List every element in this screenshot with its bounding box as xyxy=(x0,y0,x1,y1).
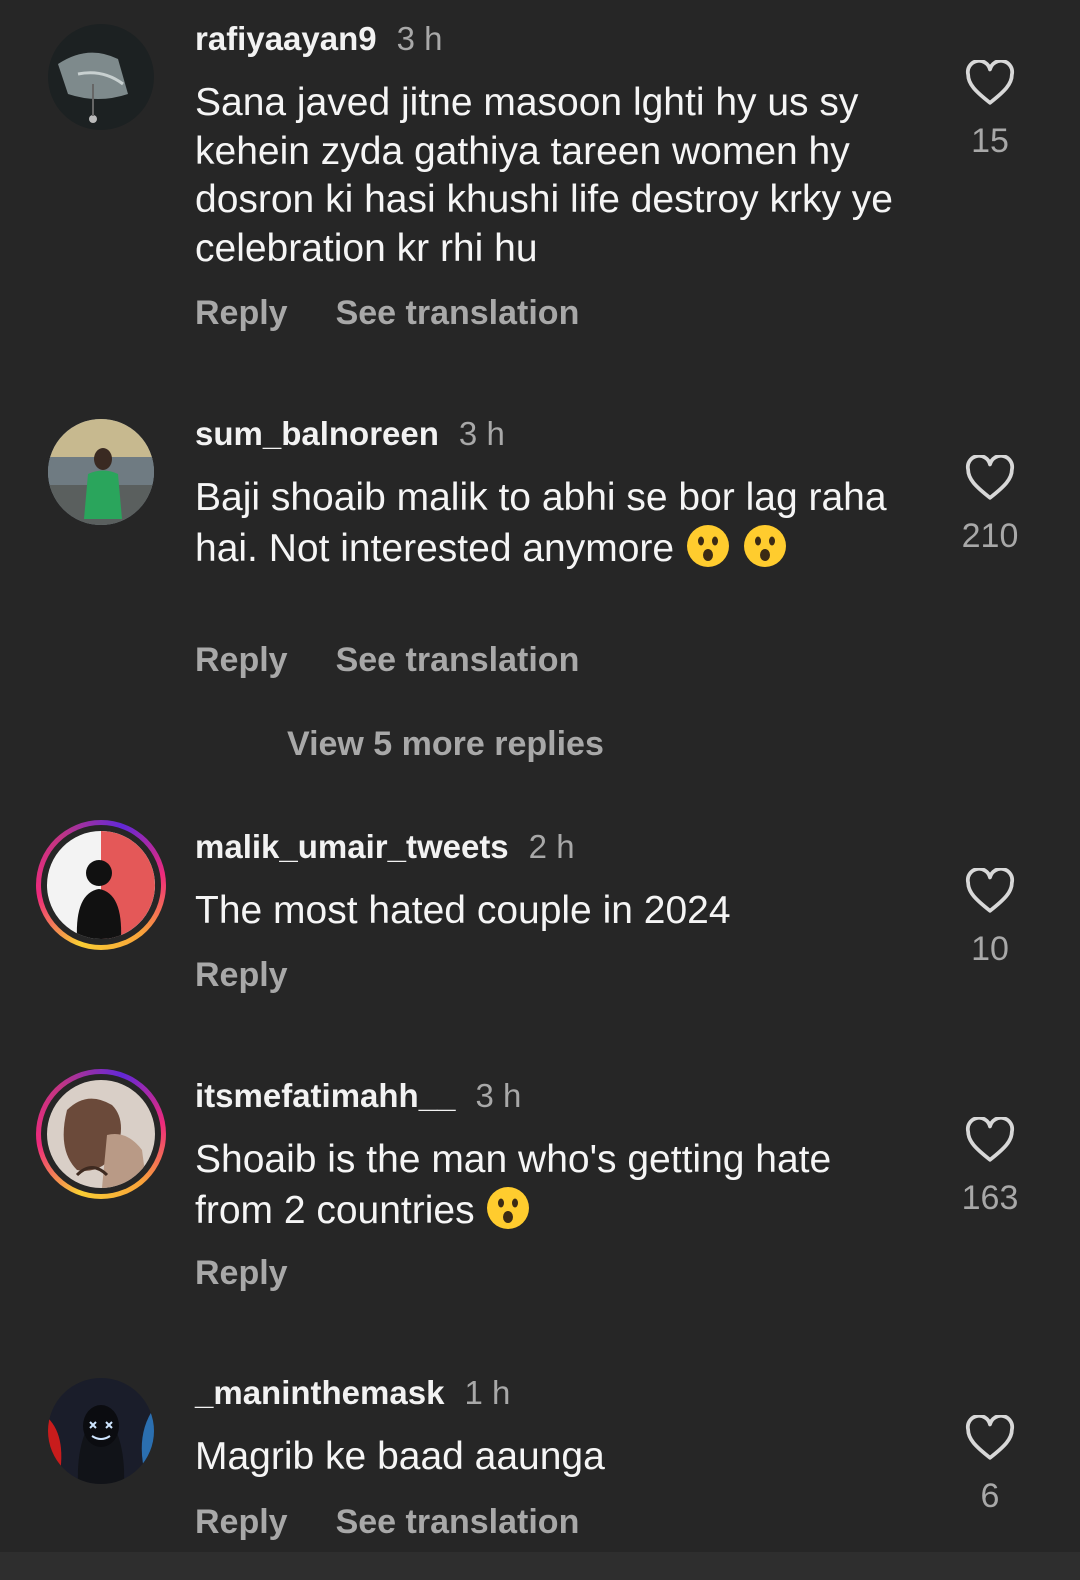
comment-text: Shoaib is the man who's getting hate fro… xyxy=(195,1136,915,1235)
bottom-edge xyxy=(0,1552,1080,1580)
like-count: 210 xyxy=(961,517,1019,555)
reply-button[interactable]: Reply xyxy=(195,1503,288,1541)
reply-button[interactable]: Reply xyxy=(195,641,288,679)
like-count: 6 xyxy=(980,1477,1000,1515)
avatar-with-story-ring[interactable] xyxy=(36,820,166,950)
like-button[interactable]: 210 xyxy=(940,455,1040,556)
avatar[interactable] xyxy=(48,24,154,130)
comment-actions: Reply See translation xyxy=(195,641,627,680)
like-button[interactable]: 15 xyxy=(940,60,1040,161)
comment-username[interactable]: malik_umair_tweets 2 h xyxy=(195,828,575,866)
see-translation-button[interactable]: See translation xyxy=(336,641,580,679)
username-text[interactable]: _maninthemask xyxy=(195,1374,444,1411)
like-button[interactable]: 6 xyxy=(940,1415,1040,1516)
heart-outline-icon[interactable] xyxy=(965,1117,1015,1163)
comment-username[interactable]: itsmefatimahh__ 3 h xyxy=(195,1077,521,1115)
comment-actions: Reply xyxy=(195,956,336,995)
comment-timestamp: 3 h xyxy=(475,1077,522,1114)
avatar-image xyxy=(47,831,155,939)
like-count: 10 xyxy=(971,930,1009,968)
avatar-image xyxy=(47,1080,155,1188)
reply-button[interactable]: Reply xyxy=(195,1254,288,1292)
heart-outline-icon[interactable] xyxy=(965,455,1015,501)
avatar xyxy=(47,1080,155,1188)
comment-username[interactable]: rafiyaayan9 3 h xyxy=(195,20,443,58)
comment-actions: Reply See translation xyxy=(195,294,627,333)
comment-actions: Reply See translation xyxy=(195,1503,627,1542)
comment-text: Magrib ke baad aaunga xyxy=(195,1435,605,1478)
avatar-with-story-ring[interactable] xyxy=(36,1069,166,1199)
comment-timestamp: 3 h xyxy=(396,20,443,57)
comment-text: Baji shoaib malik to abhi se bor lag rah… xyxy=(195,474,915,573)
comment-username[interactable]: sum_balnoreen 3 h xyxy=(195,415,505,453)
view-more-replies-button[interactable]: View 5 more replies xyxy=(287,725,604,764)
avatar-image xyxy=(48,1378,154,1484)
avatar xyxy=(47,831,155,939)
reply-button[interactable]: Reply xyxy=(195,956,288,994)
heart-outline-icon[interactable] xyxy=(965,1415,1015,1461)
avatar[interactable] xyxy=(48,419,154,525)
comment-timestamp: 2 h xyxy=(528,828,575,865)
like-button[interactable]: 10 xyxy=(940,868,1040,969)
comment-text: Sana javed jitne masoon lghti hy us sy k… xyxy=(195,81,893,270)
see-translation-button[interactable]: See translation xyxy=(336,294,580,332)
avatar[interactable] xyxy=(48,1378,154,1484)
like-count: 163 xyxy=(961,1179,1019,1217)
username-text[interactable]: rafiyaayan9 xyxy=(195,20,377,57)
comment-timestamp: 3 h xyxy=(458,415,505,452)
astonished-face-emoji xyxy=(742,523,788,569)
heart-outline-icon[interactable] xyxy=(965,868,1015,914)
like-count: 15 xyxy=(971,122,1009,160)
like-button[interactable]: 163 xyxy=(940,1117,1040,1218)
username-text[interactable]: malik_umair_tweets xyxy=(195,828,509,865)
astonished-face-emoji xyxy=(685,523,731,569)
avatar-image xyxy=(48,419,154,525)
avatar-image xyxy=(48,24,154,130)
comment-text: The most hated couple in 2024 xyxy=(195,889,731,932)
comment-actions: Reply xyxy=(195,1254,336,1293)
username-text[interactable]: sum_balnoreen xyxy=(195,415,439,452)
see-translation-button[interactable]: See translation xyxy=(336,1503,580,1541)
astonished-face-emoji xyxy=(485,1185,531,1231)
reply-button[interactable]: Reply xyxy=(195,294,288,332)
comment-timestamp: 1 h xyxy=(464,1374,511,1411)
comment-username[interactable]: _maninthemask 1 h xyxy=(195,1374,510,1412)
username-text[interactable]: itsmefatimahh__ xyxy=(195,1077,455,1114)
heart-outline-icon[interactable] xyxy=(965,60,1015,106)
